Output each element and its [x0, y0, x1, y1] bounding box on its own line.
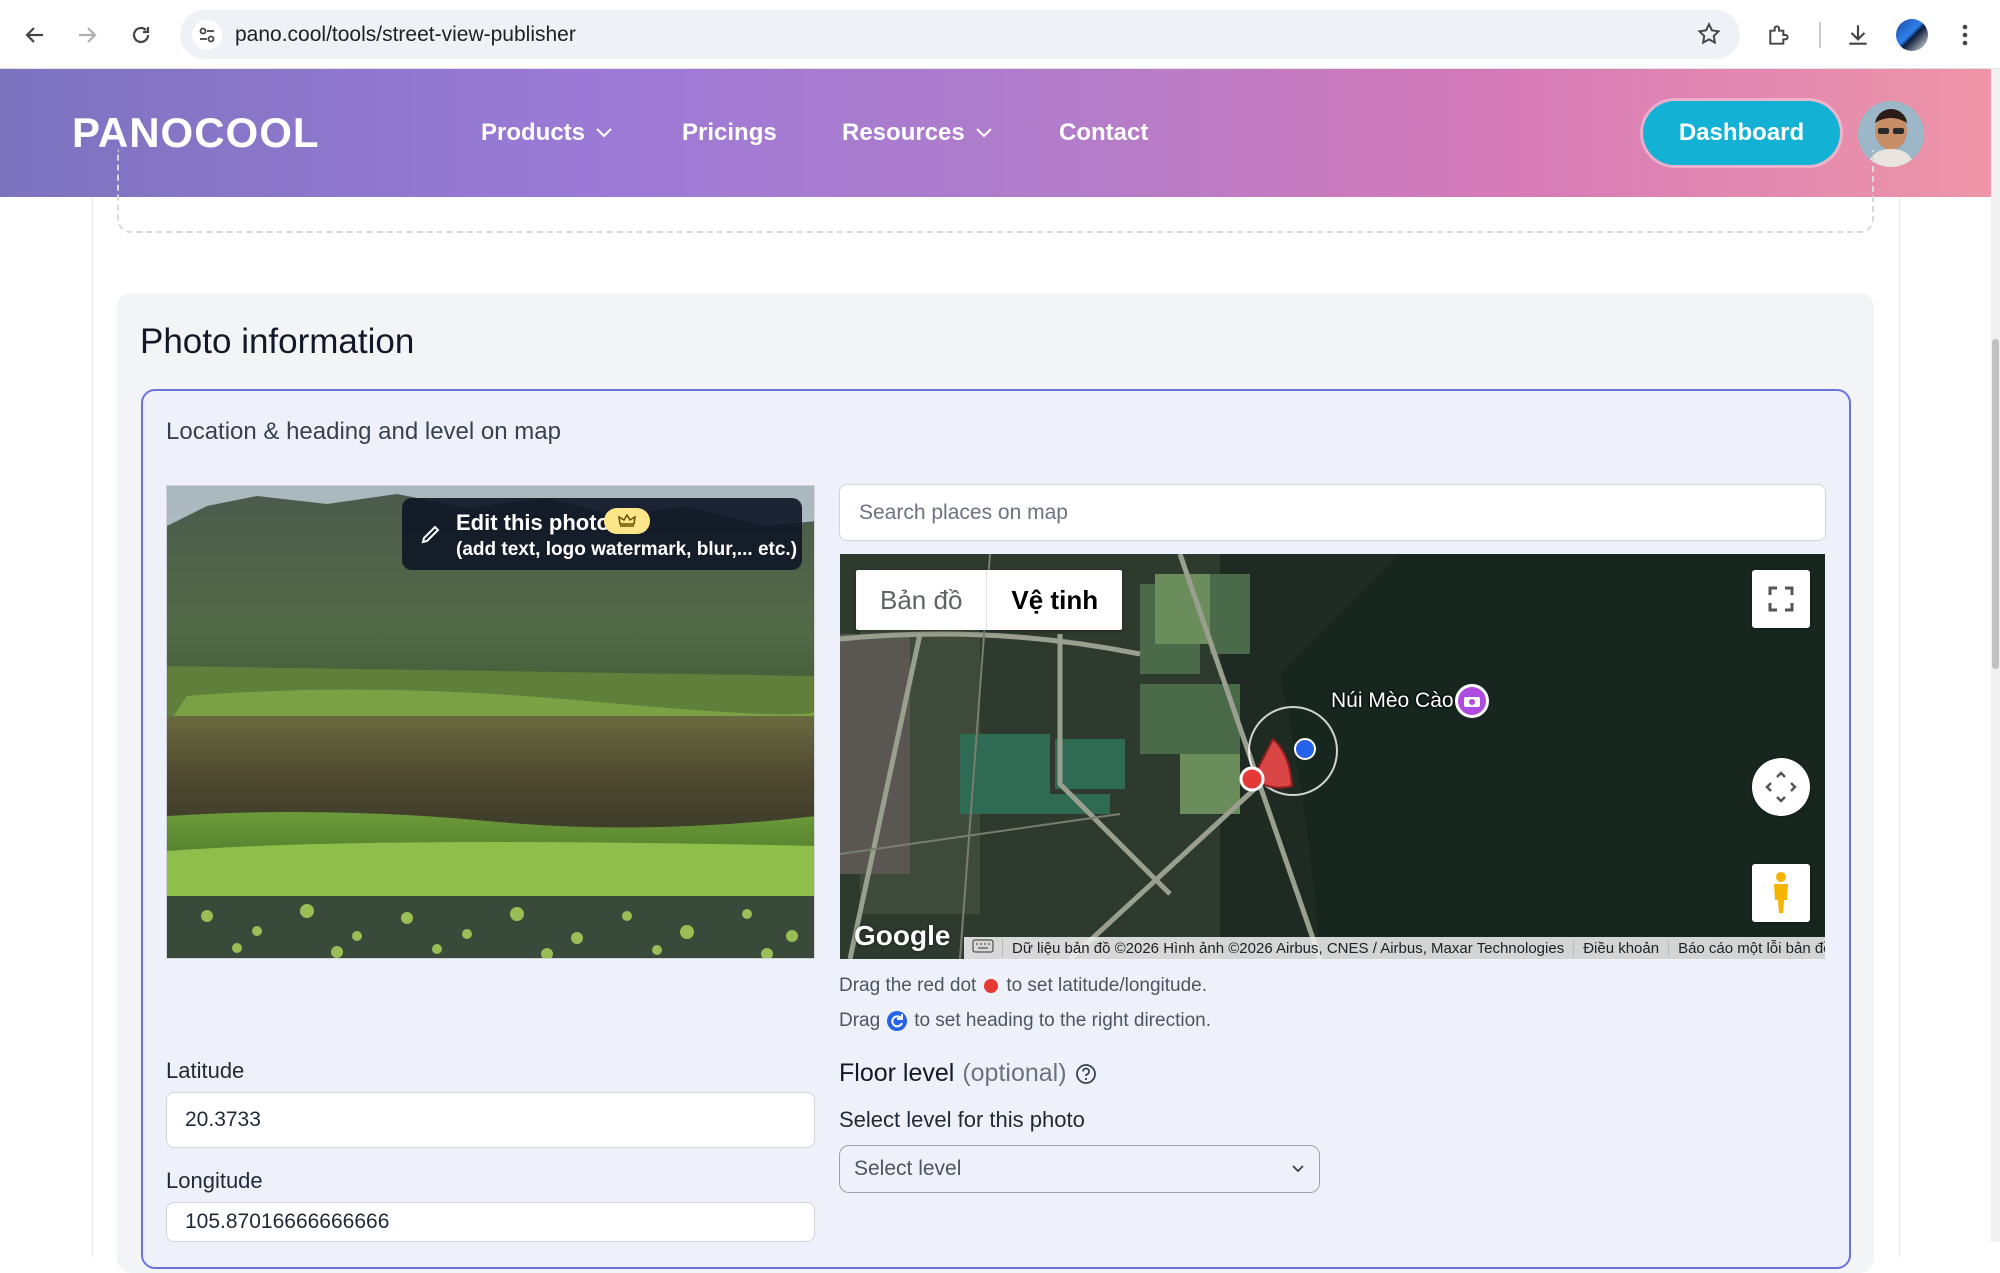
fullscreen-button[interactable] — [1752, 570, 1810, 628]
section-title: Photo information — [140, 322, 415, 361]
longitude-label: Longitude — [166, 1168, 263, 1193]
google-logo: Google — [854, 920, 951, 951]
edit-photo-button[interactable]: Edit this photo (add text, logo watermar… — [402, 498, 802, 570]
back-button[interactable] — [16, 16, 54, 54]
pencil-icon — [421, 525, 440, 544]
red-dot-icon — [984, 979, 999, 993]
map-type-toggle: Bản đồ Vệ tinh — [856, 570, 1123, 630]
select-level-label: Select level for this photo — [839, 1107, 1085, 1132]
nav-contact[interactable]: Contact — [1059, 119, 1148, 147]
floor-level-title: Floor level (optional) — [839, 1059, 1097, 1088]
fullscreen-icon — [1768, 586, 1794, 612]
download-icon — [1849, 25, 1867, 45]
nav-pricings[interactable]: Pricings — [682, 119, 777, 147]
drag-dot-hint: Drag the red dot to set latitude/longitu… — [839, 975, 1207, 997]
back-arrow-icon — [25, 27, 43, 43]
longitude-input[interactable] — [166, 1202, 815, 1242]
floor-level-label: Floor level — [839, 1059, 955, 1087]
upload-dropzone[interactable] — [117, 150, 1874, 233]
crown-icon — [604, 508, 650, 534]
report-error-link[interactable]: Báo cáo một lỗi bản đồ — [1669, 940, 1825, 957]
place-label[interactable]: Núi Mèo Cào — [1331, 689, 1454, 713]
latitude-input[interactable] — [166, 1092, 815, 1148]
toolbar-divider — [1819, 22, 1821, 48]
extensions-button[interactable] — [1760, 16, 1798, 54]
forward-arrow-icon — [79, 27, 97, 43]
floor-level-optional: (optional) — [962, 1059, 1067, 1087]
edit-photo-title: Edit this photo — [456, 510, 610, 535]
map-type-satellite[interactable]: Vệ tinh — [987, 570, 1122, 630]
nav-products[interactable]: Products — [481, 119, 613, 147]
rotate-heading-icon — [886, 1010, 908, 1032]
puzzle-icon — [1769, 25, 1789, 45]
nav-pricings-label: Pricings — [682, 119, 777, 146]
downloads-button[interactable] — [1839, 16, 1877, 54]
nav-contact-label: Contact — [1059, 119, 1149, 146]
forward-button[interactable] — [68, 16, 106, 54]
floor-level-select-value: Select level — [854, 1157, 962, 1180]
bookmark-star-icon[interactable] — [1696, 21, 1722, 52]
satellite-map[interactable]: Bản đồ Vệ tinh Núi Mèo Cào Google Dữ liệ… — [840, 554, 1825, 959]
browser-menu-button[interactable] — [1946, 16, 1984, 54]
chevron-down-icon — [1292, 1165, 1304, 1173]
site-settings-icon[interactable] — [192, 20, 222, 50]
map-type-roadmap[interactable]: Bản đồ — [856, 570, 988, 630]
map-attribution: Dữ liệu bản đồ ©2026 Hình ảnh ©2026 Airb… — [964, 937, 1825, 959]
latitude-label: Latitude — [166, 1058, 245, 1083]
pegman-icon — [1774, 872, 1788, 913]
camera-icon — [1464, 697, 1480, 707]
reload-button[interactable] — [122, 16, 160, 54]
map-search-input[interactable] — [839, 484, 1826, 541]
chevron-down-icon — [596, 128, 612, 138]
url-text: pano.cool/tools/street-view-publisher — [235, 23, 576, 46]
drag-heading-hint: Drag to set heading to the right directi… — [839, 1010, 1211, 1032]
address-bar[interactable]: pano.cool/tools/street-view-publisher — [180, 10, 1740, 59]
attribution-text: Dữ liệu bản đồ ©2026 Hình ảnh ©2026 Airb… — [1003, 939, 1575, 957]
nav-resources[interactable]: Resources — [842, 119, 993, 147]
edit-photo-subtitle: (add text, logo watermark, blur,... etc.… — [456, 539, 798, 560]
panel-title: Location & heading and level on map — [166, 418, 561, 445]
hint-text: Drag the red dot — [839, 975, 977, 996]
camera-control-button[interactable] — [1752, 758, 1810, 816]
scrollbar-thumb[interactable] — [1992, 339, 1999, 669]
help-icon[interactable] — [1075, 1063, 1097, 1085]
kebab-menu-icon — [1962, 24, 1968, 46]
photo-place-pin[interactable] — [1455, 684, 1489, 718]
hint-text: to set latitude/longitude. — [1006, 975, 1208, 996]
nav-resources-label: Resources — [842, 119, 965, 146]
profile-avatar[interactable] — [1896, 19, 1928, 51]
street-view-pegman[interactable] — [1752, 864, 1810, 922]
nav-products-label: Products — [481, 119, 586, 146]
hint-text: Drag — [839, 1010, 881, 1031]
keyboard-shortcuts-icon[interactable] — [964, 939, 1003, 957]
terms-link[interactable]: Điều khoản — [1574, 939, 1670, 957]
floor-level-select[interactable]: Select level — [839, 1145, 1320, 1193]
reload-icon — [132, 26, 150, 44]
hint-text: to set heading to the right direction. — [914, 1010, 1211, 1031]
browser-toolbar: pano.cool/tools/street-view-publisher — [0, 0, 2000, 69]
chevron-down-icon — [976, 128, 992, 138]
move-arrows-icon — [1765, 771, 1797, 803]
page-scrollbar[interactable] — [1991, 69, 2000, 1242]
